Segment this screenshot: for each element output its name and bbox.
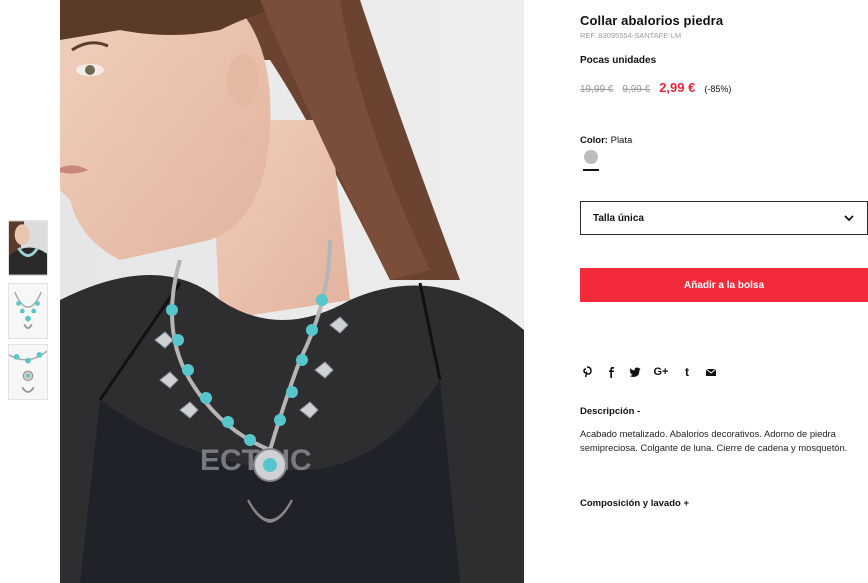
stock-status: Pocas unidades — [580, 55, 657, 66]
color-label: Color: — [580, 135, 608, 146]
main-product-image: ECTRIC — [60, 0, 524, 583]
description-toggle[interactable]: Descripción - — [580, 406, 640, 417]
color-selector-label: Color: Plata — [580, 135, 632, 146]
original-price: 19,99 € — [580, 84, 614, 95]
thumbnail-necklace-detail[interactable] — [8, 344, 48, 400]
product-reference: REF. 83095554-SANTAFE-LM — [580, 31, 682, 40]
twitter-icon[interactable] — [628, 365, 642, 379]
facebook-icon[interactable] — [604, 365, 618, 379]
tumblr-icon[interactable]: t — [680, 365, 694, 379]
thumbnail-necklace-flat[interactable] — [8, 283, 48, 339]
current-price: 2,99 € — [659, 80, 696, 95]
pinterest-icon[interactable] — [580, 365, 594, 379]
description-text: Acabado metalizado. Abalorios decorativo… — [580, 428, 848, 453]
product-info-panel: Collar abalorios piedra REF. 83095554-SA… — [580, 0, 868, 583]
mail-icon[interactable] — [704, 365, 718, 379]
discount-badge: (-85%) — [704, 84, 732, 94]
thumbnail-model-image — [9, 221, 47, 275]
price-block: 19,99 € 9,99 € 2,99 € (-85%) — [580, 80, 731, 95]
thumbnail-necklace-image — [9, 284, 47, 338]
add-to-bag-button[interactable]: Añadir a la bolsa — [580, 268, 868, 302]
color-swatch-silver[interactable] — [584, 150, 598, 164]
chevron-down-icon — [844, 215, 854, 222]
size-select[interactable]: Talla única — [580, 201, 868, 235]
thumbnail-detail-image — [9, 345, 47, 399]
previous-sale-price: 9,99 € — [622, 84, 651, 95]
product-title: Collar abalorios piedra — [580, 13, 724, 28]
selected-swatch-indicator — [583, 169, 599, 171]
google-plus-icon[interactable]: G+ — [652, 365, 670, 379]
size-select-value: Talla única — [593, 212, 644, 224]
composition-toggle[interactable]: Composición y lavado + — [580, 498, 689, 509]
thumbnail-model[interactable] — [8, 220, 48, 276]
share-bar: G+ t — [580, 365, 728, 379]
color-value: Plata — [610, 135, 633, 146]
